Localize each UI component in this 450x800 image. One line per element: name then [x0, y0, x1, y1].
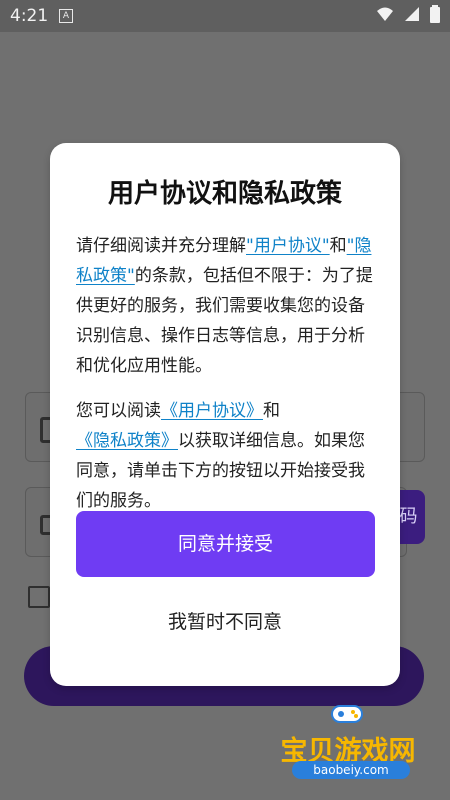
paragraph-text: 和	[263, 401, 280, 421]
dialog-content: 请仔细阅读并充分理解"用户协议"和"隐私政策"的条款，包括但不限于：为了提供更好…	[76, 231, 374, 531]
notification-icon: A	[59, 9, 73, 23]
signal-icon	[405, 7, 419, 21]
accept-button[interactable]: 同意并接受	[76, 511, 375, 577]
agreement-paragraph-1: 请仔细阅读并充分理解"用户协议"和"隐私政策"的条款，包括但不限于：为了提供更好…	[76, 231, 374, 381]
watermark: 宝贝游戏网 baobeiy.com	[272, 696, 422, 780]
status-time: 4:21	[10, 6, 49, 26]
status-bar: 4:21 A	[0, 0, 450, 32]
paragraph-text: 您可以阅读	[76, 401, 161, 421]
game-controller-icon	[331, 705, 363, 723]
decline-button[interactable]: 我暂时不同意	[50, 607, 400, 634]
privacy-policy-link[interactable]: 《隐私政策》	[76, 431, 178, 451]
agreement-paragraph-2: 您可以阅读《用户协议》和《隐私政策》以获取详细信息。如果您同意，请单击下方的按钮…	[76, 396, 374, 516]
user-agreement-link[interactable]: "用户协议"	[246, 236, 330, 256]
paragraph-text: 请仔细阅读并充分理解	[76, 236, 246, 256]
user-agreement-link[interactable]: 《用户协议》	[161, 401, 263, 421]
watermark-url: baobeiy.com	[292, 761, 410, 779]
paragraph-text: 和	[329, 236, 347, 256]
agreement-checkbox[interactable]	[28, 586, 50, 608]
privacy-agreement-dialog: 用户协议和隐私政策 请仔细阅读并充分理解"用户协议"和"隐私政策"的条款，包括但…	[50, 143, 400, 686]
dialog-title: 用户协议和隐私政策	[107, 179, 342, 209]
status-indicators	[376, 5, 440, 23]
wifi-icon	[377, 7, 393, 21]
battery-icon	[430, 5, 440, 23]
